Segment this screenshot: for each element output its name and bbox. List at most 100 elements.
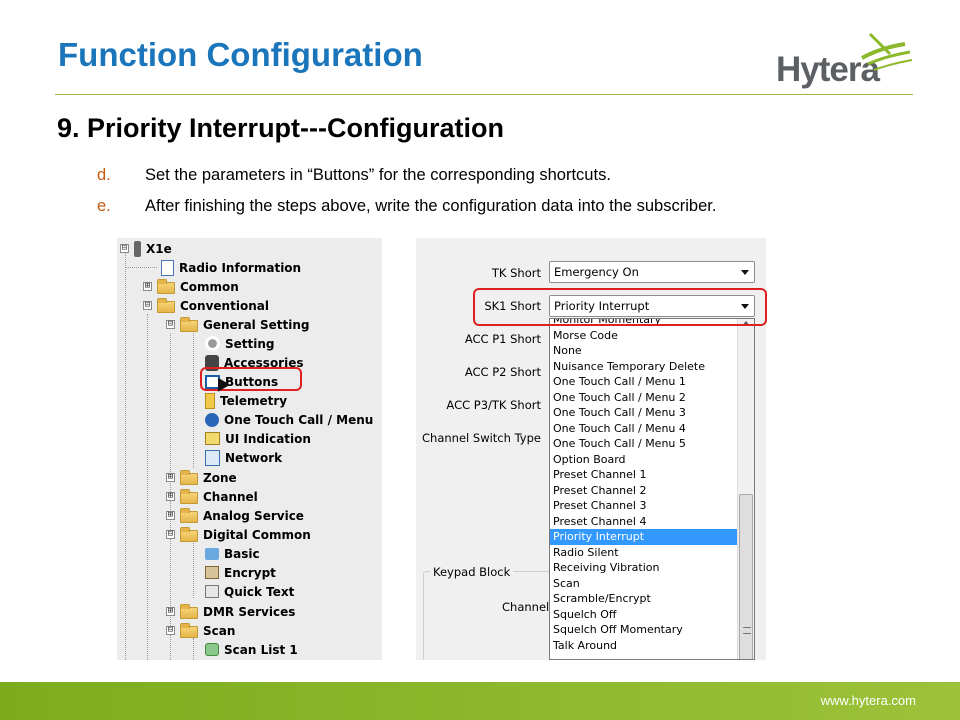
expand-toggle[interactable]: ⊞ (143, 282, 152, 291)
tree-item-one-touch-call-menu[interactable]: One Touch Call / Menu (205, 410, 373, 429)
telemetry-icon (205, 392, 215, 409)
folder-icon (180, 469, 198, 485)
dropdown-option[interactable]: Receiving Vibration (550, 560, 754, 576)
dropdown-option[interactable]: Scramble/Encrypt (550, 591, 754, 607)
tree-item-radio-information[interactable]: Radio Information (161, 258, 301, 277)
folder-open-icon (157, 297, 175, 313)
tree-item-channel[interactable]: ⊞ Channel (166, 487, 258, 506)
tree-item-label: Telemetry (220, 393, 288, 408)
collapse-toggle[interactable]: ⊟ (120, 244, 129, 253)
dropdown-option[interactable]: None (550, 343, 754, 359)
tk-short-label: TK Short (491, 266, 541, 280)
bullet-text: After finishing the steps above, write t… (145, 197, 717, 215)
dropdown-option[interactable]: Radio Silent (550, 545, 754, 561)
dropdown-scrollbar[interactable] (737, 319, 754, 659)
dropdown-option[interactable]: One Touch Call / Menu 3 (550, 405, 754, 421)
basic-icon (205, 547, 219, 560)
keypad-block-title: Keypad Block (430, 565, 514, 579)
tree-item-analog-service[interactable]: ⊞ Analog Service (166, 506, 304, 525)
dropdown-option[interactable]: Talk Around (550, 638, 754, 654)
acc-p2-short-label: ACC P2 Short (464, 365, 541, 379)
chevron-down-icon (741, 270, 749, 275)
tree-item-label: Encrypt (224, 565, 276, 580)
tree-item-label: Setting (225, 336, 275, 351)
tree-item-dmr-services[interactable]: ⊞ DMR Services (166, 602, 295, 621)
bullet-item: e. After finishing the steps above, writ… (97, 196, 716, 216)
scan-list-icon (205, 643, 219, 656)
wrench-icon (205, 336, 220, 351)
tree-item-label: General Setting (203, 317, 310, 332)
dropdown-option[interactable]: One Touch Call / Menu 5 (550, 436, 754, 452)
encrypt-icon (205, 566, 219, 579)
folder-open-icon (180, 316, 198, 332)
tree-item-label: Conventional (180, 298, 269, 313)
collapse-toggle[interactable]: ⊟ (166, 530, 175, 539)
footer-url[interactable]: www.hytera.com (821, 693, 916, 708)
dropdown-option[interactable]: One Touch Call / Menu 2 (550, 390, 754, 406)
dropdown-option[interactable]: Squelch Off Momentary (550, 622, 754, 638)
expand-toggle[interactable]: ⊞ (166, 511, 175, 520)
network-icon (205, 449, 220, 466)
tree-item-general-setting[interactable]: ⊟ General Setting (166, 315, 309, 334)
bullet-item: d. Set the parameters in “Buttons” for t… (97, 165, 716, 185)
dropdown-option[interactable]: Option Board (550, 452, 754, 468)
navigation-tree: ⊟ X1e Radio Information ⊞ Common ⊟ Conve… (117, 238, 382, 660)
tree-item-basic[interactable]: Basic (205, 544, 260, 563)
folder-icon (180, 488, 198, 504)
ui-indication-icon (205, 432, 220, 445)
expand-toggle[interactable]: ⊞ (166, 473, 175, 482)
sk1-short-dropdown-list[interactable]: Monitor Momentary Morse Code None Nuisance … (549, 318, 755, 660)
tree-item-ui-indication[interactable]: UI Indication (205, 429, 311, 448)
dropdown-option[interactable]: Preset Channel 3 (550, 498, 754, 514)
dropdown-options: Monitor Momentary Morse Code None Nuisance … (550, 319, 754, 654)
collapse-toggle[interactable]: ⊟ (166, 320, 175, 329)
tk-short-value: Emergency On (554, 265, 639, 279)
expand-toggle[interactable]: ⊞ (166, 607, 175, 616)
dropdown-option[interactable]: Squelch Off (550, 607, 754, 623)
dropdown-option[interactable]: Priority Interrupt (550, 529, 754, 545)
tree-item-label: Common (180, 279, 239, 294)
tree-item-label: Zone (203, 470, 237, 485)
scrollbar-thumb[interactable] (739, 494, 753, 659)
dropdown-option[interactable]: Nuisance Temporary Delete (550, 359, 754, 375)
dropdown-option[interactable]: Scan (550, 576, 754, 592)
folder-open-icon (180, 622, 198, 638)
tree-item-scan[interactable]: ⊟ Scan (166, 621, 235, 640)
dropdown-option[interactable]: Preset Channel 4 (550, 514, 754, 530)
tree-item-x1e[interactable]: ⊟ X1e (120, 239, 172, 258)
tree-item-conventional[interactable]: ⊟ Conventional (143, 296, 269, 315)
dropdown-option[interactable]: Preset Channel 1 (550, 467, 754, 483)
tree-item-common[interactable]: ⊞ Common (143, 277, 239, 296)
expand-toggle[interactable]: ⊞ (166, 492, 175, 501)
tree-item-label: Scan List 1 (224, 642, 298, 657)
one-touch-call-icon (205, 412, 219, 427)
slide-title: Function Configuration (58, 36, 423, 73)
folder-icon (180, 507, 198, 523)
tree-item-digital-common[interactable]: ⊟ Digital Common (166, 525, 311, 544)
dropdown-option[interactable]: One Touch Call / Menu 1 (550, 374, 754, 390)
section-title: 9. Priority Interrupt---Configuration (57, 113, 504, 143)
tree-item-zone[interactable]: ⊞ Zone (166, 468, 237, 487)
bullet-text: Set the parameters in “Buttons” for the … (145, 166, 611, 184)
tree-item-network[interactable]: Network (205, 448, 282, 467)
tree-item-telemetry[interactable]: Telemetry (205, 391, 287, 410)
channel-switch-type-label: Channel Switch Type (422, 431, 541, 445)
dropdown-option[interactable]: Morse Code (550, 328, 754, 344)
tree-item-label: DMR Services (203, 604, 296, 619)
tree-item-label: Scan (203, 623, 236, 638)
tree-item-scan-list-1[interactable]: Scan List 1 (205, 640, 298, 659)
dropdown-option[interactable]: Preset Channel 2 (550, 483, 754, 499)
acc-p1-short-label: ACC P1 Short (464, 332, 541, 346)
tk-short-select[interactable]: Emergency On (549, 261, 755, 283)
tree-item-setting[interactable]: Setting (205, 334, 275, 353)
logo-wing-icon (861, 32, 913, 71)
collapse-toggle[interactable]: ⊟ (143, 301, 152, 310)
tree-item-label: Quick Text (224, 584, 295, 599)
collapse-toggle[interactable]: ⊟ (166, 626, 175, 635)
bullet-marker: e. (97, 197, 111, 215)
radio-icon (134, 240, 141, 257)
tree-item-encrypt[interactable]: Encrypt (205, 563, 276, 582)
tree-item-quick-text[interactable]: Quick Text (205, 582, 294, 601)
dropdown-option[interactable]: One Touch Call / Menu 4 (550, 421, 754, 437)
tree-item-label: One Touch Call / Menu (224, 412, 374, 427)
